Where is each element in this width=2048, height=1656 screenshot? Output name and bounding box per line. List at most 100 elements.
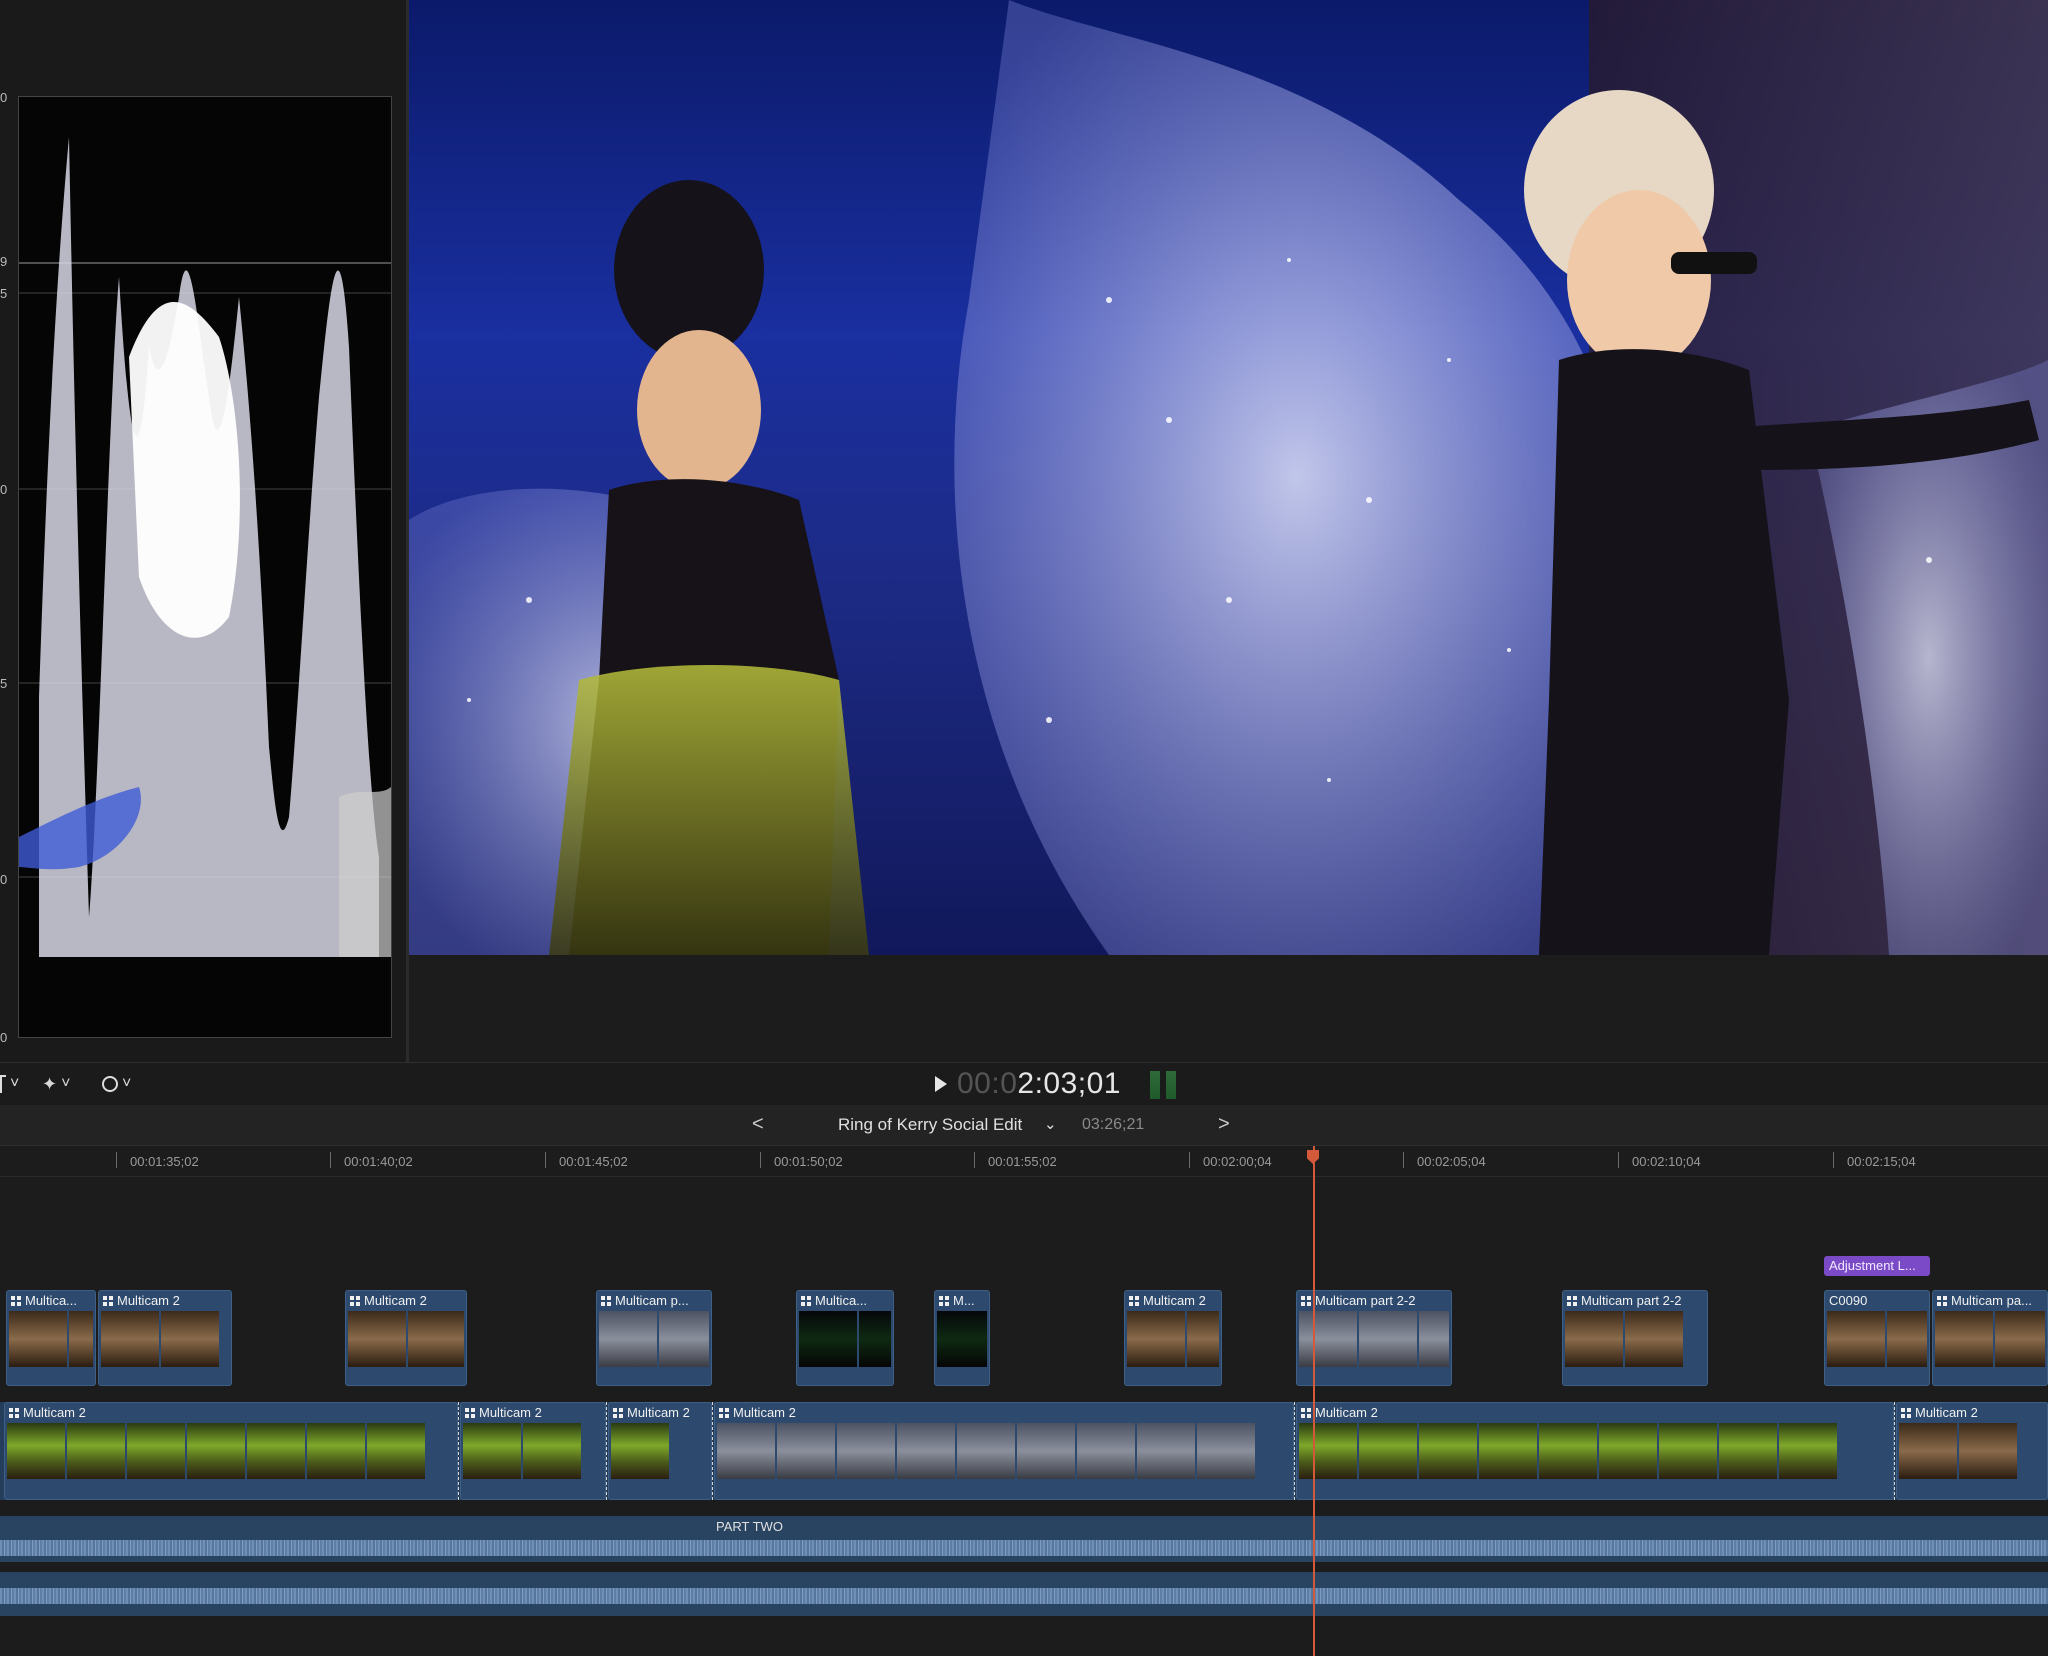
primary-clip[interactable]: Multicam 2 (460, 1402, 606, 1500)
timeline-ruler[interactable]: 00:01:35;02 00:01:40;02 00:01:45;02 00:0… (0, 1146, 2048, 1177)
audio-waveform (0, 1588, 2048, 1604)
chevron-down-icon: ˅ (10, 1075, 20, 1092)
project-title[interactable]: Ring of Kerry Social Edit (838, 1115, 1022, 1135)
timeline[interactable]: 00:01:35;02 00:01:40;02 00:01:45;02 00:0… (0, 1146, 2048, 1656)
audio-role-label: PART TWO (716, 1519, 783, 1534)
connected-clip[interactable]: Multica... (6, 1290, 96, 1386)
connected-clip[interactable]: Multicam pa... (1932, 1290, 2048, 1386)
video-frame-image (409, 0, 2048, 955)
multicam-icon (103, 1295, 113, 1306)
enhancements-menu[interactable]: ✦ ˅ (42, 1071, 70, 1097)
connected-clip[interactable]: Multicam 2 (1124, 1290, 1222, 1386)
primary-clip[interactable]: Multicam 2 (608, 1402, 712, 1500)
adjustment-layer-clip[interactable]: Adjustment L... (1824, 1256, 1930, 1276)
multicam-icon (11, 1295, 21, 1306)
chevron-down-icon[interactable]: ⌄ (1044, 1115, 1057, 1133)
multicam-icon (939, 1295, 949, 1306)
ruler-label: 00:02:15;04 (1847, 1154, 1916, 1169)
connected-clip[interactable]: Multicam p... (596, 1290, 712, 1386)
clip-title: C0090 (1829, 1293, 1868, 1308)
clip-title: Multicam 2 (479, 1405, 542, 1420)
ruler-label: 00:01:45;02 (559, 1154, 628, 1169)
viewer-panel (409, 0, 2048, 1062)
clip-title: Multicam 2 (1315, 1405, 1378, 1420)
audio-meters[interactable] (1150, 1071, 1180, 1099)
audio-lane[interactable] (0, 1516, 2048, 1562)
clip-title: Multicam p... (615, 1293, 689, 1308)
previous-project-button[interactable]: < (752, 1113, 764, 1136)
timeline-toolbar: ˅ ✦ ˅ ˅ 00:0 2:03;01 (0, 1062, 2048, 1106)
trim-tool-icon (0, 1075, 6, 1093)
ruler-label: 00:02:05;04 (1417, 1154, 1486, 1169)
audio-waveform (0, 1540, 2048, 1556)
timecode-leading: 00:0 (957, 1067, 1018, 1100)
primary-clip[interactable]: Multicam 2 (4, 1402, 458, 1500)
viewer-video-frame (409, 0, 2048, 955)
multicam-icon (1937, 1295, 1947, 1306)
edit-point[interactable] (606, 1402, 607, 1500)
connected-clip[interactable]: Multicam part 2-2 (1562, 1290, 1708, 1386)
clip-title: M... (953, 1293, 975, 1308)
multicam-icon (1901, 1407, 1911, 1418)
adjustment-layer-label: Adjustment L... (1829, 1258, 1916, 1273)
clip-title: Multicam 2 (627, 1405, 690, 1420)
connected-clip[interactable]: M... (934, 1290, 990, 1386)
ruler-label: 00:01:40;02 (344, 1154, 413, 1169)
scope-scale-label: 0 (0, 482, 8, 497)
connected-clip[interactable]: Multicam 2 (345, 1290, 467, 1386)
multicam-icon (350, 1295, 360, 1306)
multicam-icon (9, 1407, 19, 1418)
chevron-down-icon: ˅ (61, 1075, 71, 1092)
timeline-project-bar: < Ring of Kerry Social Edit ⌄ 03:26;21 > (0, 1105, 2048, 1146)
audio-meter-left (1150, 1071, 1160, 1099)
play-icon[interactable] (935, 1076, 947, 1092)
scope-scale-label: 5 (0, 676, 8, 691)
timecode-value: 2:03;01 (1017, 1067, 1121, 1100)
multicam-icon (1301, 1407, 1311, 1418)
multicam-icon (801, 1295, 811, 1306)
clip-title: Multicam 2 (117, 1293, 180, 1308)
waveform-scope (18, 96, 392, 1038)
connected-clip[interactable]: Multicam 2 (98, 1290, 232, 1386)
chevron-down-icon: ˅ (122, 1075, 132, 1092)
primary-clip[interactable]: Multicam 2 (1296, 1402, 1894, 1500)
scope-scale-label: 0 (0, 1030, 8, 1045)
magic-wand-icon: ✦ (42, 1073, 58, 1094)
project-duration: 03:26;21 (1082, 1116, 1145, 1133)
primary-clip[interactable]: Multicam 2 (714, 1402, 1294, 1500)
ruler-label: 00:01:50;02 (774, 1154, 843, 1169)
clip-title: Multica... (815, 1293, 868, 1308)
clip-title: Multicam part 2-2 (1315, 1293, 1416, 1308)
clip-title: Multica... (25, 1293, 78, 1308)
clip-title: Multicam 2 (733, 1405, 796, 1420)
scope-scale-label: 0 (0, 872, 8, 887)
edit-point[interactable] (1894, 1402, 1895, 1500)
waveform-graphic (19, 137, 391, 957)
video-scopes-panel: 0 9 5 0 5 0 0 (0, 0, 408, 1062)
clip-title: Multicam part 2-2 (1581, 1293, 1682, 1308)
ruler-label: 00:02:00;04 (1203, 1154, 1272, 1169)
clip-title: Multicam 2 (1915, 1405, 1978, 1420)
playhead[interactable] (1313, 1146, 1315, 1656)
clip-title: Multicam 2 (23, 1405, 86, 1420)
ruler-label: 00:01:55;02 (988, 1154, 1057, 1169)
multicam-icon (1301, 1295, 1311, 1306)
multicam-icon (601, 1295, 611, 1306)
trim-tool-menu[interactable]: ˅ (0, 1071, 19, 1097)
multicam-icon (465, 1407, 475, 1418)
clip-title: Multicam 2 (364, 1293, 427, 1308)
retime-menu[interactable]: ˅ (102, 1071, 131, 1097)
connected-clip[interactable]: C0090 (1824, 1290, 1930, 1386)
edit-point[interactable] (712, 1402, 713, 1500)
next-project-button[interactable]: > (1218, 1113, 1230, 1136)
speedometer-icon (102, 1076, 118, 1092)
clip-title: Multicam 2 (1143, 1293, 1206, 1308)
primary-clip[interactable]: Multicam 2 (1896, 1402, 2048, 1500)
connected-clip[interactable]: Multica... (796, 1290, 894, 1386)
edit-point[interactable] (458, 1402, 459, 1500)
timecode-display[interactable]: 00:0 2:03;01 (935, 1067, 1121, 1101)
multicam-icon (1567, 1295, 1577, 1306)
connected-clip[interactable]: Multicam part 2-2 (1296, 1290, 1452, 1386)
edit-point[interactable] (1294, 1402, 1295, 1500)
audio-lane[interactable] (0, 1572, 2048, 1616)
